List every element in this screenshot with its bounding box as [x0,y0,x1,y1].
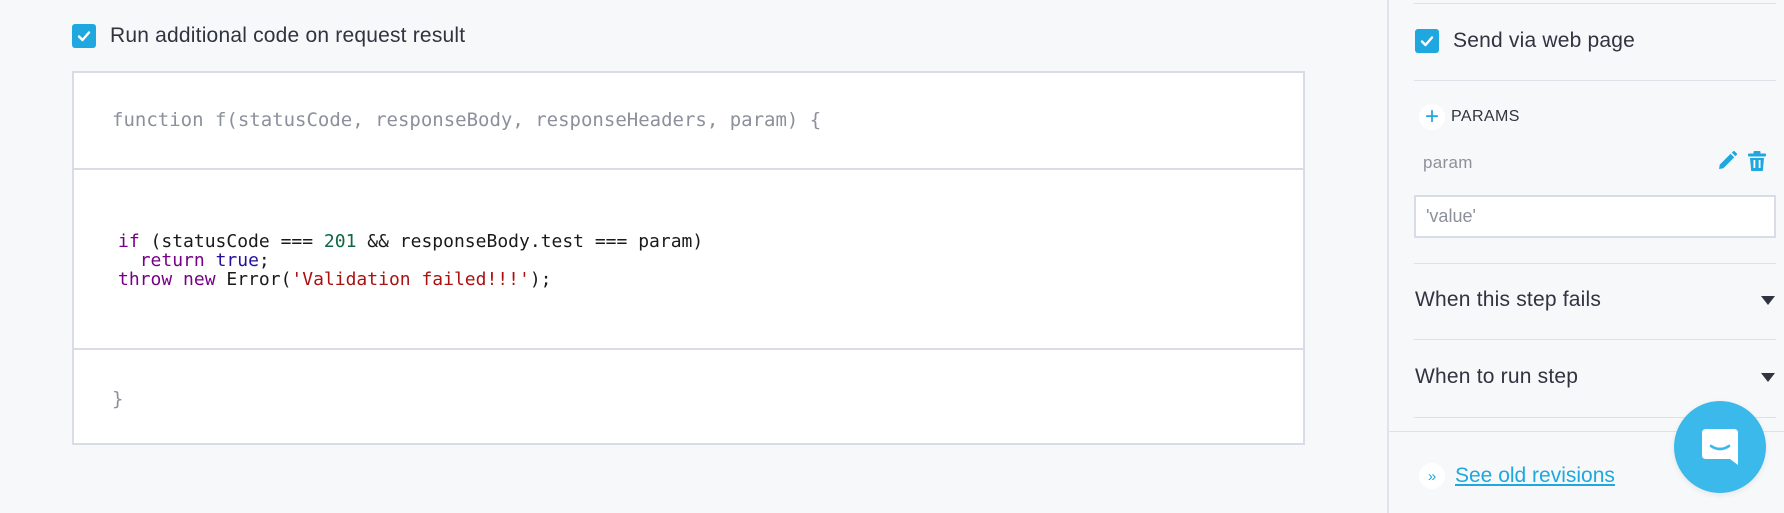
code-line: if (statusCode === 201 && responseBody.t… [118,232,1303,251]
edit-param-button[interactable] [1716,150,1738,177]
params-label: PARAMS [1451,108,1520,125]
divider [1414,3,1776,4]
add-param-button[interactable]: + [1419,104,1445,130]
code-editor: function f(statusCode, responseBody, res… [72,71,1305,445]
code-token-keyword: if [118,231,140,252]
divider [1414,263,1776,264]
pencil-icon [1719,150,1738,169]
caret-down-icon [1761,295,1775,305]
check-icon [77,31,91,42]
when-to-run-step-accordion[interactable]: When to run step [1415,365,1775,389]
old-revisions-row: » See old revisions [1419,463,1615,489]
code-token-string: 'Validation failed!!!' [291,269,530,290]
code-token-keyword: new [183,269,216,290]
param-value-input[interactable] [1414,195,1776,238]
code-function-header: function f(statusCode, responseBody, res… [74,73,1303,170]
accordion-label: When to run step [1415,365,1579,388]
send-via-web-page-label: Send via web page [1453,29,1636,52]
when-step-fails-accordion[interactable]: When this step fails [1415,288,1775,312]
delete-param-button[interactable] [1746,150,1768,177]
code-token: && responseBody.test === param) [356,231,704,252]
chat-launcher-button[interactable] [1674,401,1766,493]
code-token: ); [529,269,552,290]
param-name: param [1423,153,1473,172]
code-editor-body[interactable]: if (statusCode === 201 && responseBody.t… [74,170,1303,350]
param-actions [1716,150,1768,177]
run-code-option: Run additional code on request result [72,24,465,48]
run-code-checkbox[interactable] [72,24,96,48]
check-icon [1420,36,1434,47]
send-via-web-page-checkbox[interactable] [1415,29,1439,53]
see-old-revisions-link[interactable]: See old revisions [1455,464,1615,488]
code-token: ; [258,250,270,271]
code-token-keyword: throw [118,269,173,290]
double-chevron-right-icon: » [1427,467,1437,485]
trash-icon [1748,151,1766,171]
code-function-footer: } [112,388,124,410]
plus-icon: + [1424,103,1439,130]
code-token-keyword: return [139,250,205,271]
divider [1414,339,1776,340]
revisions-expand-button[interactable]: » [1419,463,1445,489]
code-line: throw new Error('Validation failed!!!'); [118,270,1303,289]
run-code-label: Run additional code on request result [110,24,466,47]
chat-bubble-icon [1702,429,1738,465]
code-token-number: 201 [323,231,357,252]
send-via-web-page-option: Send via web page [1415,29,1635,53]
params-header: + PARAMS [1419,104,1520,130]
divider [1414,80,1776,81]
code-line: return true; [118,251,1303,270]
accordion-label: When this step fails [1415,288,1602,311]
caret-down-icon [1761,372,1775,382]
code-token: Error( [215,269,292,290]
code-token: (statusCode === [139,231,324,252]
code-token-atom: true [215,250,259,271]
